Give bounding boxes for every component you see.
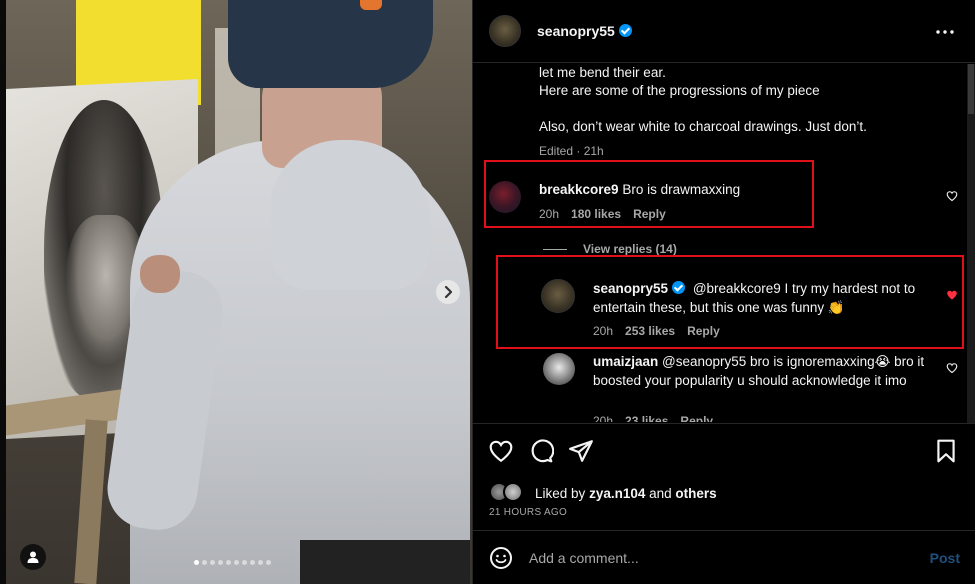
reply-username[interactable]: umaizjaan — [593, 354, 658, 369]
carousel-dot — [234, 560, 239, 565]
post-side-panel: seanopry55 let me bend their ear. Here a… — [472, 0, 975, 584]
post-actions: Liked by zya.n104 and others 21 HOURS AG… — [473, 423, 975, 530]
send-icon[interactable] — [568, 438, 594, 464]
reply-likes[interactable]: 23 likes — [625, 414, 668, 422]
liked-by-prefix: Liked by — [535, 485, 586, 501]
carousel-dot — [210, 560, 215, 565]
post-media[interactable] — [0, 0, 472, 584]
post-header: seanopry55 — [473, 0, 975, 63]
comment-icon[interactable] — [528, 438, 554, 464]
reply-reply-button[interactable]: Reply — [680, 414, 713, 422]
tagged-users-button[interactable] — [20, 544, 46, 570]
reply-avatar[interactable] — [543, 353, 575, 385]
post-comment-button[interactable]: Post — [930, 550, 960, 566]
liked-by-user[interactable]: zya.n104 — [589, 486, 645, 501]
post-timestamp[interactable]: 21 HOURS AGO — [489, 507, 567, 518]
comment-input[interactable] — [529, 549, 922, 566]
carousel-next-button[interactable] — [436, 280, 460, 304]
reply-text: umaizjaan @seanopry55 bro is ignoremaxxi… — [593, 352, 933, 390]
carousel-dot — [202, 560, 207, 565]
reply-time[interactable]: 20h — [593, 414, 613, 422]
chevron-right-icon — [444, 285, 453, 299]
liked-by: Liked by zya.n104 and others — [489, 482, 717, 504]
more-horizontal-icon — [936, 30, 954, 34]
reply-like-heart-icon[interactable] — [946, 362, 958, 374]
carousel-dot — [218, 560, 223, 565]
verified-badge-icon — [618, 24, 632, 37]
carousel-dot — [258, 560, 263, 565]
emoji-icon[interactable] — [489, 546, 513, 570]
carousel-dot — [242, 560, 247, 565]
carousel-dot — [250, 560, 255, 565]
reply-meta: 20h 23 likes Reply — [593, 414, 713, 422]
comments-list: let me bend their ear. Here are some of … — [473, 64, 975, 422]
bookmark-icon[interactable] — [933, 438, 959, 464]
heart-icon[interactable] — [488, 438, 514, 464]
carousel-dot — [194, 560, 199, 565]
more-options-button[interactable] — [936, 18, 954, 41]
carousel-indicator — [194, 560, 271, 565]
author-username[interactable]: seanopry55 — [537, 23, 632, 39]
artist-cap — [228, 0, 433, 88]
add-comment-bar: Post — [473, 530, 975, 584]
user-tag-icon — [27, 551, 39, 563]
liked-by-others[interactable]: others — [675, 486, 716, 501]
reply-item: umaizjaan @seanopry55 bro is ignoremaxxi… — [473, 64, 975, 422]
carousel-dot — [266, 560, 271, 565]
carousel-dot — [226, 560, 231, 565]
liked-by-conj: and — [649, 485, 672, 501]
author-avatar[interactable] — [489, 15, 521, 47]
liked-by-avatars[interactable] — [489, 482, 529, 504]
